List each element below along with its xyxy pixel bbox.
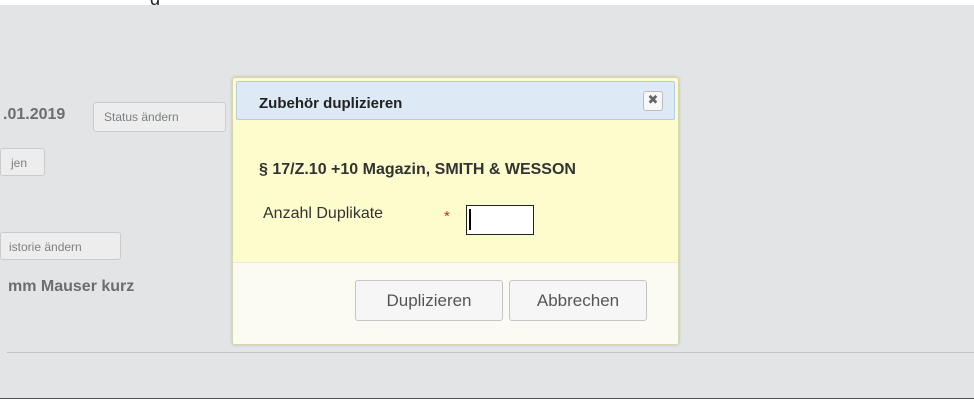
background-item-title: mm Mauser kurz (8, 278, 135, 295)
dialog-header: Zubehör duplizieren ✖ (236, 81, 675, 120)
dialog-title: Zubehör duplizieren (259, 95, 403, 112)
close-icon[interactable]: ✖ (643, 91, 663, 111)
page-bottom-strip (0, 399, 974, 406)
background-date: .01.2019 (3, 106, 66, 123)
duplicate-count-input[interactable] (466, 205, 534, 235)
duplicate-accessory-dialog: Zubehör duplizieren ✖ § 17/Z.10 +10 Maga… (232, 77, 679, 345)
historie-change-button[interactable]: istorie ändern (0, 232, 121, 260)
accessory-title: § 17/Z.10 +10 Magazin, SMITH & WESSON (259, 161, 576, 178)
background-button-gen[interactable]: jen (0, 148, 45, 176)
status-change-button[interactable]: Status ändern (93, 102, 226, 132)
duplicate-button[interactable]: Duplizieren (355, 280, 503, 321)
duplicate-count-label: Anzahl Duplikate (263, 205, 384, 222)
cancel-button[interactable]: Abbrechen (509, 280, 647, 321)
required-marker: * (444, 208, 450, 225)
section-divider (7, 352, 974, 353)
text-caret (469, 209, 471, 230)
